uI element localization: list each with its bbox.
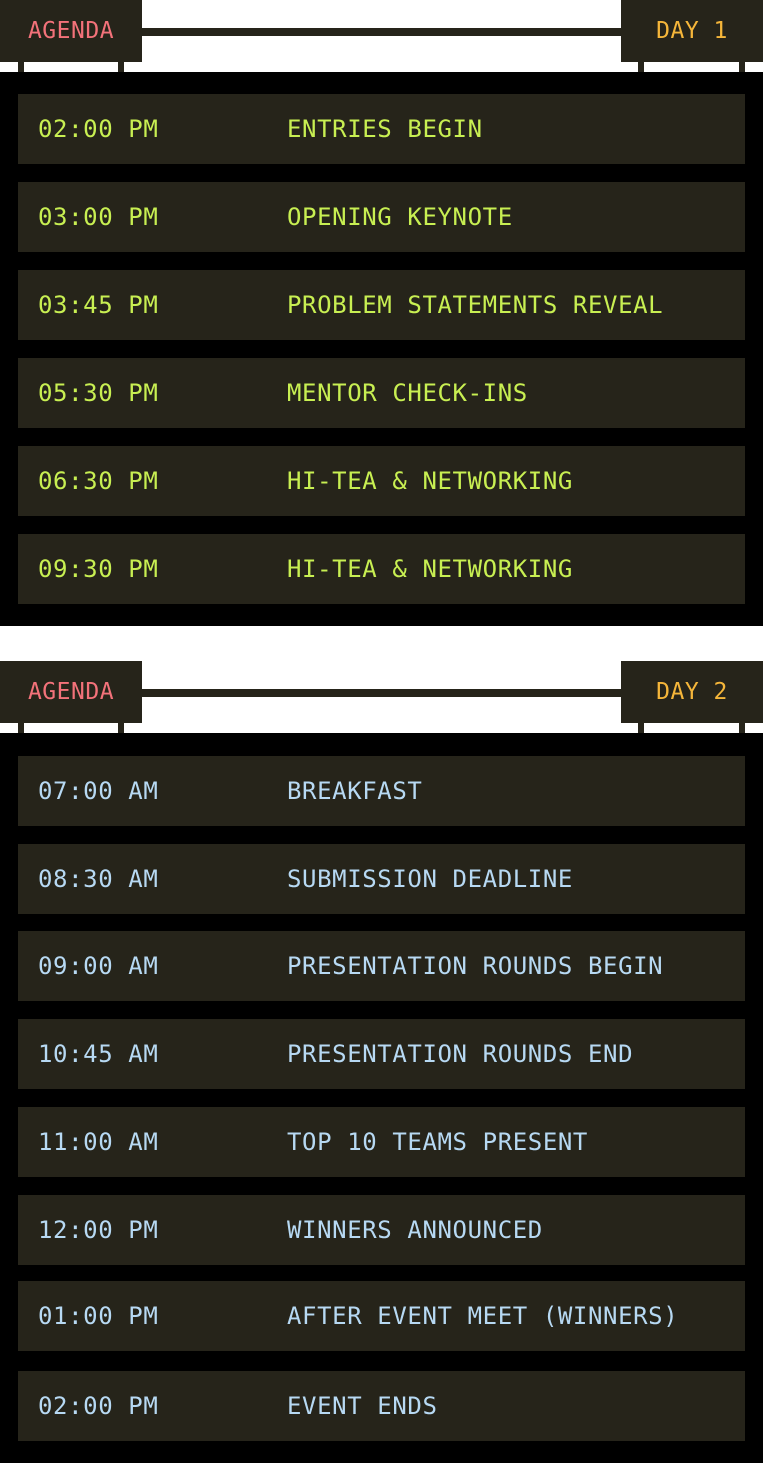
schedule-row: 09:30 PM HI-TEA & NETWORKING	[18, 534, 745, 604]
schedule-row: 12:00 PM WINNERS ANNOUNCED	[18, 1195, 745, 1265]
schedule-row: 07:00 AM BREAKFAST	[18, 756, 745, 826]
schedule-row: 03:00 PM OPENING KEYNOTE	[18, 182, 745, 252]
row-event: HI-TEA & NETWORKING	[287, 555, 573, 583]
row-event: BREAKFAST	[287, 777, 423, 805]
schedule-row: 02:00 PM ENTRIES BEGIN	[18, 94, 745, 164]
row-time: 03:00 PM	[38, 203, 159, 231]
row-time: 09:30 PM	[38, 555, 159, 583]
row-event: SUBMISSION DEADLINE	[287, 865, 573, 893]
row-event: PRESENTATION ROUNDS END	[287, 1040, 634, 1068]
schedule-row: 08:30 AM SUBMISSION DEADLINE	[18, 844, 745, 914]
agenda-section-day-2: AGENDA DAY 2 07:00 AM BREAKFAST 08:30 AM…	[0, 661, 763, 1463]
schedule-row: 02:00 PM EVENT ENDS	[18, 1371, 745, 1441]
schedule-row: 06:30 PM HI-TEA & NETWORKING	[18, 446, 745, 516]
agenda-header: AGENDA DAY 1	[0, 0, 763, 74]
row-event: PROBLEM STATEMENTS REVEAL	[287, 291, 664, 319]
row-event: TOP 10 TEAMS PRESENT	[287, 1128, 588, 1156]
row-time: 05:30 PM	[38, 379, 159, 407]
row-time: 12:00 PM	[38, 1216, 159, 1244]
row-event: HI-TEA & NETWORKING	[287, 467, 573, 495]
row-time: 07:00 AM	[38, 777, 159, 805]
agenda-label: AGENDA	[0, 661, 142, 723]
row-event: ENTRIES BEGIN	[287, 115, 483, 143]
header-rail	[140, 689, 623, 697]
row-event: PRESENTATION ROUNDS BEGIN	[287, 952, 664, 980]
row-event: AFTER EVENT MEET (WINNERS)	[287, 1302, 679, 1330]
schedule-board: 07:00 AM BREAKFAST 08:30 AM SUBMISSION D…	[0, 733, 763, 1463]
agenda-label: AGENDA	[0, 0, 142, 62]
agenda-header: AGENDA DAY 2	[0, 661, 763, 735]
row-time: 09:00 AM	[38, 952, 159, 980]
schedule-row: 03:45 PM PROBLEM STATEMENTS REVEAL	[18, 270, 745, 340]
schedule-row: 10:45 AM PRESENTATION ROUNDS END	[18, 1019, 745, 1089]
row-time: 08:30 AM	[38, 865, 159, 893]
schedule-row: 01:00 PM AFTER EVENT MEET (WINNERS)	[18, 1281, 745, 1351]
schedule-board: 02:00 PM ENTRIES BEGIN 03:00 PM OPENING …	[0, 72, 763, 626]
day-label: DAY 2	[621, 661, 763, 723]
row-event: WINNERS ANNOUNCED	[287, 1216, 543, 1244]
row-time: 02:00 PM	[38, 1392, 159, 1420]
row-time: 11:00 AM	[38, 1128, 159, 1156]
schedule-row: 09:00 AM PRESENTATION ROUNDS BEGIN	[18, 931, 745, 1001]
row-event: MENTOR CHECK-INS	[287, 379, 528, 407]
schedule-row: 11:00 AM TOP 10 TEAMS PRESENT	[18, 1107, 745, 1177]
row-time: 02:00 PM	[38, 115, 159, 143]
day-label: DAY 1	[621, 0, 763, 62]
row-event: EVENT ENDS	[287, 1392, 438, 1420]
header-rail	[140, 28, 623, 36]
row-time: 06:30 PM	[38, 467, 159, 495]
row-time: 03:45 PM	[38, 291, 159, 319]
schedule-row: 05:30 PM MENTOR CHECK-INS	[18, 358, 745, 428]
row-time: 10:45 AM	[38, 1040, 159, 1068]
row-time: 01:00 PM	[38, 1302, 159, 1330]
row-event: OPENING KEYNOTE	[287, 203, 513, 231]
agenda-section-day-1: AGENDA DAY 1 02:00 PM ENTRIES BEGIN 03:0…	[0, 0, 763, 626]
